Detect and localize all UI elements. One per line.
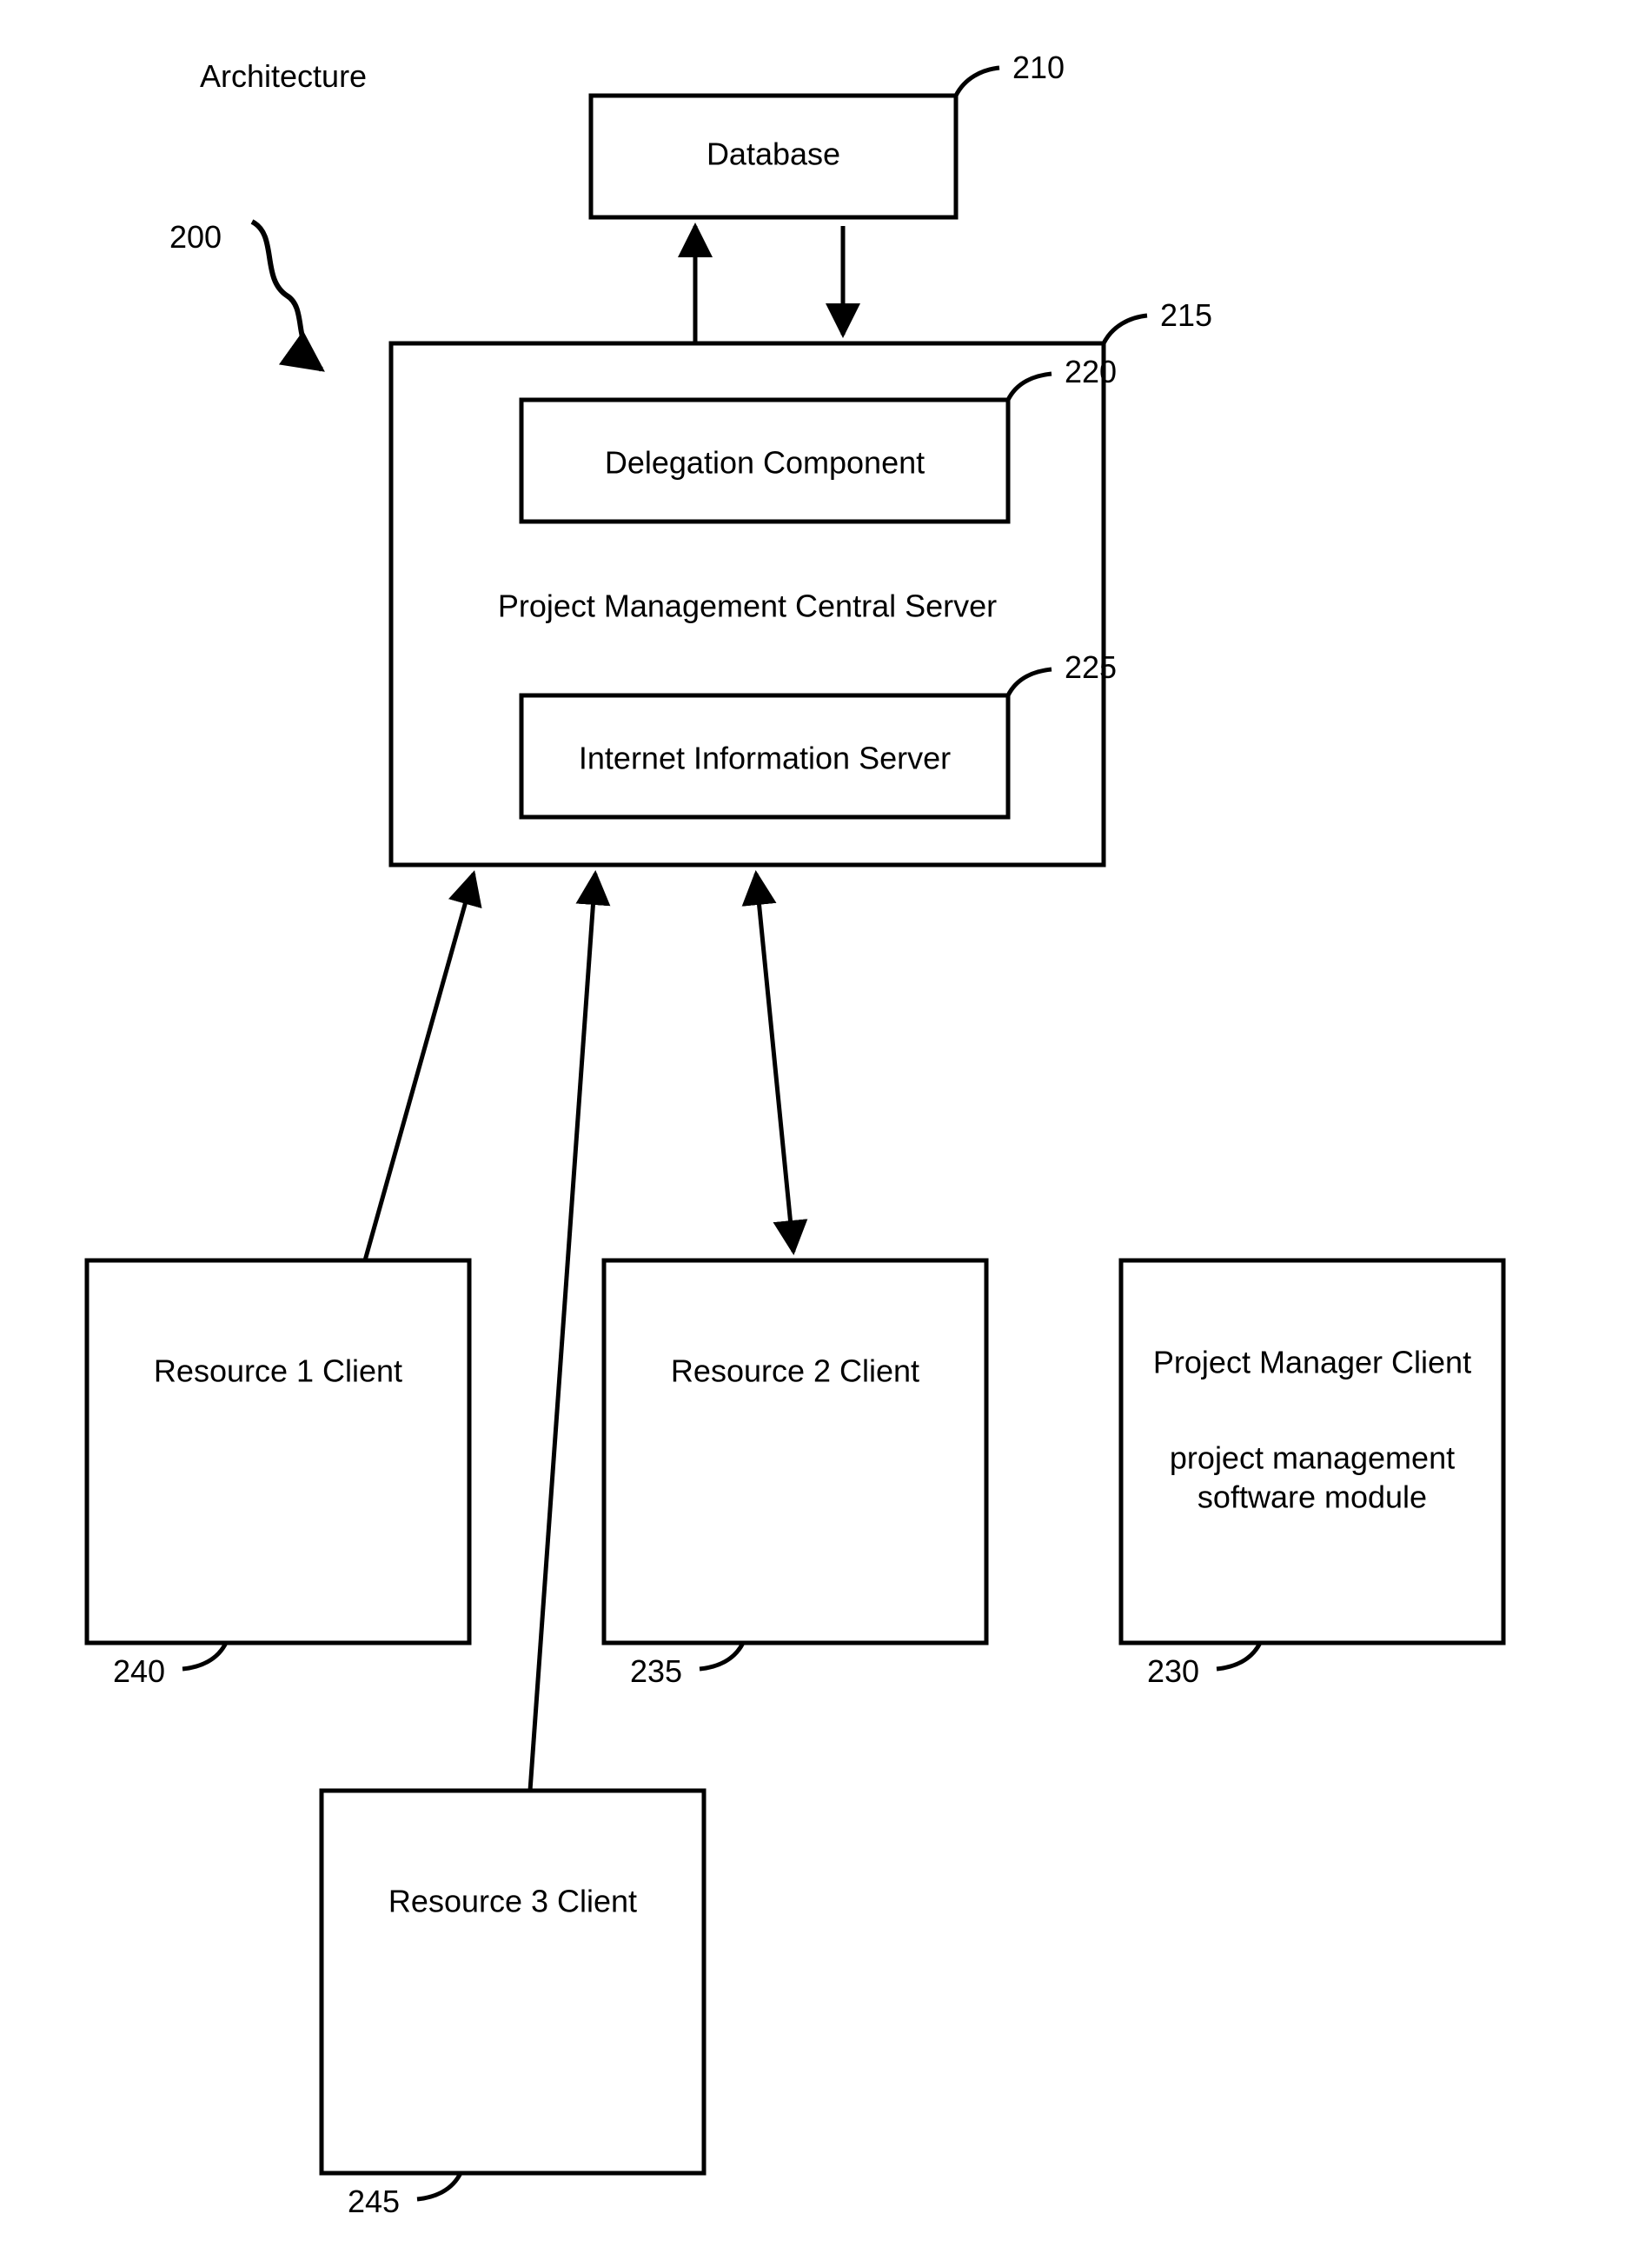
- diagram-title: Architecture: [200, 58, 367, 94]
- resource1-label: Resource 1 Client: [154, 1353, 402, 1389]
- ref-240: 240: [113, 1653, 165, 1689]
- ref-230: 230: [1147, 1653, 1199, 1689]
- ref-215-leader: [1104, 316, 1147, 343]
- ref-200: 200: [169, 219, 222, 255]
- pmclient-label-3: software module: [1198, 1479, 1427, 1515]
- server-label: Project Management Central Server: [498, 588, 997, 624]
- ref-210-leader: [956, 68, 999, 96]
- ref-240-leader: [182, 1643, 226, 1669]
- iis-label: Internet Information Server: [579, 741, 951, 776]
- ref-235-leader: [700, 1643, 743, 1669]
- architecture-diagram: Architecture 200 Database 210 Project Ma…: [0, 0, 1652, 2247]
- arrow-server-resource2: [756, 874, 793, 1252]
- ref-245: 245: [348, 2184, 400, 2219]
- ref-215: 215: [1160, 297, 1212, 333]
- ref-230-leader: [1217, 1643, 1260, 1669]
- pmclient-label-1: Project Manager Client: [1153, 1345, 1471, 1380]
- ref-220: 220: [1065, 354, 1117, 389]
- resource1-box: [87, 1260, 469, 1643]
- database-label: Database: [707, 136, 840, 172]
- resource3-label: Resource 3 Client: [388, 1884, 637, 1919]
- resource3-box: [322, 1791, 704, 2173]
- pmclient-label-2: project management: [1170, 1440, 1455, 1476]
- arrow-resource1-to-server: [365, 874, 474, 1260]
- ref-235: 235: [630, 1653, 682, 1689]
- ref-200-leader: [252, 222, 322, 369]
- ref-245-leader: [417, 2173, 461, 2199]
- ref-210: 210: [1012, 50, 1065, 85]
- resource2-box: [604, 1260, 986, 1643]
- delegation-label: Delegation Component: [605, 445, 925, 481]
- resource2-label: Resource 2 Client: [671, 1353, 919, 1389]
- arrow-resource3-to-server: [530, 874, 595, 1791]
- ref-225: 225: [1065, 649, 1117, 685]
